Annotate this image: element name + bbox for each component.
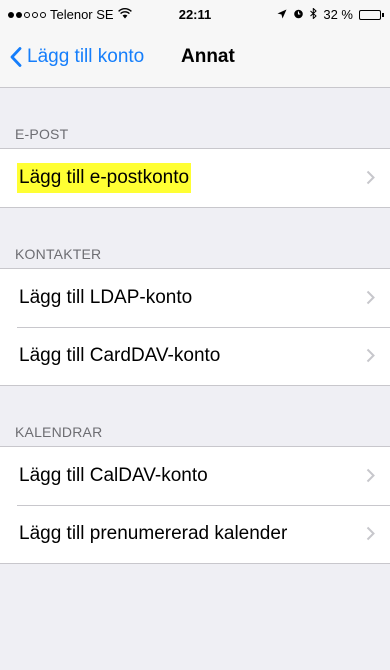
back-button[interactable]: Lägg till konto: [10, 46, 144, 68]
bluetooth-icon: [310, 7, 318, 22]
location-arrow-icon: [277, 7, 287, 22]
section-header-calendars: KALENDRAR: [15, 424, 103, 440]
settings-list: E-POST Lägg till e-postkonto KONTAKTER L…: [0, 88, 390, 564]
section-header-contacts: KONTAKTER: [15, 246, 102, 262]
add-subscribed-calendar-label: Lägg till prenumererad kalender: [19, 523, 288, 544]
add-caldav-account-label: Lägg till CalDAV-konto: [19, 465, 208, 486]
group-contacts: Lägg till LDAP-konto Lägg till CardDAV-k…: [0, 268, 390, 386]
chevron-left-icon: [10, 47, 22, 67]
chevron-right-icon: [366, 170, 375, 190]
section-calendars: KALENDRAR Lägg till CalDAV-konto Lägg ti…: [0, 386, 390, 564]
screen: Telenor SE 22:11 32 % Lägg till konto An…: [0, 0, 390, 670]
alarm-clock-icon: [293, 7, 304, 22]
group-email: Lägg till e-postkonto: [0, 148, 390, 208]
add-subscribed-calendar-row[interactable]: Lägg till prenumererad kalender: [0, 505, 390, 563]
add-carddav-account-label: Lägg till CardDAV-konto: [19, 345, 221, 366]
page-title: Annat: [181, 46, 235, 67]
chevron-right-icon: [366, 348, 375, 368]
group-calendars: Lägg till CalDAV-konto Lägg till prenume…: [0, 446, 390, 564]
nav-row: Lägg till konto Annat: [0, 28, 390, 88]
battery-icon: [359, 9, 384, 20]
section-header-email: E-POST: [15, 126, 69, 142]
section-contacts: KONTAKTER Lägg till LDAP-konto Lägg till…: [0, 208, 390, 386]
status-bar: Telenor SE 22:11 32 %: [0, 0, 390, 28]
add-email-account-label: Lägg till e-postkonto: [17, 163, 192, 193]
chevron-right-icon: [366, 468, 375, 488]
battery-percentage: 32 %: [323, 7, 353, 22]
back-button-label: Lägg till konto: [27, 46, 145, 67]
add-caldav-account-row[interactable]: Lägg till CalDAV-konto: [0, 447, 390, 505]
chevron-right-icon: [366, 290, 375, 310]
chevron-right-icon: [366, 526, 375, 546]
add-email-account-row[interactable]: Lägg till e-postkonto: [0, 149, 390, 207]
status-right: 32 %: [277, 7, 384, 22]
add-ldap-account-label: Lägg till LDAP-konto: [19, 287, 193, 308]
add-carddav-account-row[interactable]: Lägg till CardDAV-konto: [0, 327, 390, 385]
section-email: E-POST Lägg till e-postkonto: [0, 88, 390, 208]
navigation-bar: Telenor SE 22:11 32 % Lägg till konto An…: [0, 0, 390, 88]
add-ldap-account-row[interactable]: Lägg till LDAP-konto: [0, 269, 390, 327]
